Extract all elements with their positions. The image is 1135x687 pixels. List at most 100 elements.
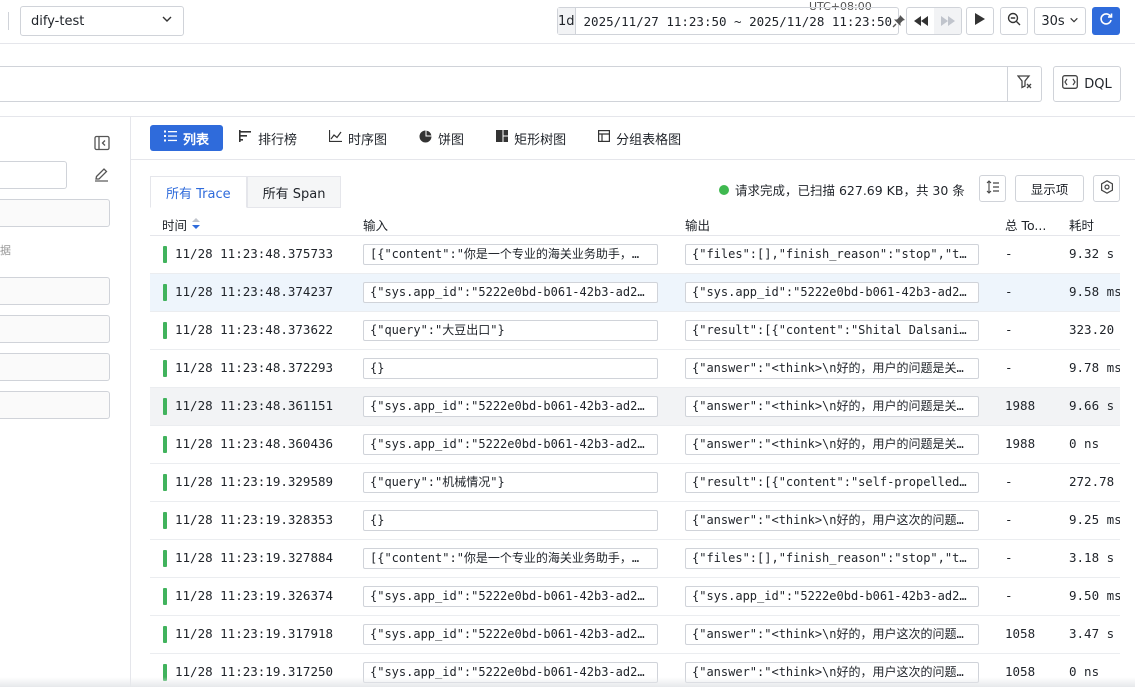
pin-icon[interactable] [892,14,906,28]
fast-forward-icon[interactable] [934,8,961,34]
refresh-interval-select[interactable]: 30s [1034,7,1086,35]
cell-input[interactable]: [{"content":"你是一个专业的海关业务助手，具有丰富的海关知识"}] [363,244,658,265]
settings-button[interactable] [1093,175,1120,202]
timeseries-icon [328,130,343,146]
side-filter-field[interactable] [0,353,110,381]
cell-input[interactable]: [{"content":"你是一个专业的海关业务助手，具有丰富的海关知识"}] [363,548,658,569]
side-filter-field[interactable] [0,391,110,419]
column-header-input[interactable]: 输入 [363,215,388,234]
table-row[interactable]: 11/28 11:23:19.329589 {"query":"机械情况"} {"r… [150,464,1120,502]
table-row[interactable]: 11/28 11:23:48.360436 {"sys.app_id":"5222… [150,426,1120,464]
play-button[interactable] [966,7,994,35]
cell-time: 11/28 11:23:48.374237 [175,284,334,299]
cell-input[interactable]: {"sys.app_id":"5222e0bd-b061-42b3-ad2... [363,624,658,645]
query-status: 请求完成，已扫描 627.69 KB，共 30 条 [719,180,965,199]
cell-input[interactable]: {"query":"机械情况"} [363,472,658,493]
cell-output[interactable]: {"files":[],"finish_reason":"stop","text… [685,548,979,569]
edit-icon[interactable] [94,167,109,186]
cell-time: 11/28 11:23:19.328353 [175,512,334,527]
table-row[interactable]: 11/28 11:23:19.327884 [{"content":"你是一个专业… [150,540,1120,578]
cell-time: 11/28 11:23:19.326374 [175,588,334,603]
cell-tokens: - [1005,550,1013,565]
sort-desc-icon[interactable] [192,217,201,232]
column-header-time[interactable]: 时间 [162,215,201,234]
dql-button[interactable]: DQL [1053,66,1121,102]
cell-input[interactable]: {"sys.app_id":"5222e0bd-b061-42b3-ad2... [363,282,658,303]
ranking-icon [239,130,252,146]
group-table-icon [598,130,611,146]
cell-output[interactable]: {"sys.app_id":"5222e0bd-b061-42b3-ad2... [685,586,979,607]
cell-input[interactable]: {"sys.app_id":"5222e0bd-b061-42b3-ad2... [363,396,658,417]
tab-list[interactable]: 列表 [150,125,224,151]
cell-input[interactable]: {} [363,358,658,379]
table-row[interactable]: 11/28 11:23:48.361151 {"sys.app_id":"5222… [150,388,1120,426]
view-tabs-divider [131,159,1135,160]
tab-group-table[interactable]: 分组表格图 [582,125,697,151]
top-separator [8,12,9,30]
cell-time: 11/28 11:23:48.361151 [175,398,334,413]
status-bar-indicator [163,550,167,567]
quick-range-button[interactable]: 1d [558,8,576,34]
table-row[interactable]: 11/28 11:23:48.374237 {"sys.app_id":"5222… [150,274,1120,312]
tab-pie[interactable]: 饼图 [403,125,480,151]
time-range-text[interactable]: 2025/11/27 11:23:50 ~ 2025/11/28 11:23:5… [576,14,893,29]
column-settings-button[interactable] [979,175,1006,202]
table-row[interactable]: 11/28 11:23:19.317918 {"sys.app_id":"5222… [150,616,1120,654]
side-filter-field[interactable] [0,315,110,343]
table-row[interactable]: 11/28 11:23:19.326374 {"sys.app_id":"5222… [150,578,1120,616]
trace-table: 时间 输入 输出 总 To... 耗时 11/28 11:23:48.37573… [150,208,1120,687]
table-row[interactable]: 11/28 11:23:48.373622 {"query":"大豆出口"} {"r… [150,312,1120,350]
cell-output[interactable]: {"answer":"<think>\n好的，用户的问题是关于大豆出口"} [685,396,979,417]
side-filter-input[interactable] [0,161,67,189]
cell-output[interactable]: {"files":[],"finish_reason":"stop","text… [685,244,979,265]
chevron-down-icon [161,13,173,29]
cell-input[interactable]: {"sys.app_id":"5222e0bd-b061-42b3-ad2... [363,586,658,607]
search-input[interactable] [0,66,1042,102]
tab-all-span[interactable]: 所有 Span [246,176,342,208]
cell-input[interactable]: {} [363,510,658,531]
treemap-icon [496,130,509,146]
dql-label: DQL [1084,76,1112,92]
display-columns-button[interactable]: 显示项 [1015,175,1084,202]
column-header-output[interactable]: 输出 [685,215,710,234]
time-range-picker[interactable]: 1d 2025/11/27 11:23:50 ~ 2025/11/28 11:2… [557,7,906,35]
tab-label: 矩形树图 [514,132,567,148]
refresh-icon [1099,12,1113,30]
collapse-panel-icon[interactable] [94,135,110,155]
side-filter-field[interactable] [0,199,110,227]
side-filter-field[interactable] [0,277,110,305]
cell-tokens: - [1005,512,1013,527]
tab-treemap[interactable]: 矩形树图 [480,125,582,151]
cell-time: 11/28 11:23:48.375733 [175,246,334,261]
cell-output[interactable]: {"result":[{"content":"self-propelled ma… [685,472,979,493]
cell-input[interactable]: {"query":"大豆出口"} [363,320,658,341]
cell-output[interactable]: {"result":[{"content":"Shital Dalsania"}… [685,320,979,341]
tab-label: 分组表格图 [616,132,682,148]
table-row[interactable]: 11/28 11:23:48.372293 {} {"answer":"<think… [150,350,1120,388]
workspace-select[interactable]: dify-test [20,6,184,36]
refresh-button[interactable] [1092,7,1120,35]
cell-output[interactable]: {"answer":"<think>\n好的，用户的问题是关于大豆出口"} [685,358,979,379]
cell-output[interactable]: {"answer":"<think>\n好的，用户这次的问题是关于机械"} [685,510,979,531]
scroll-shadow [0,677,1135,687]
zoom-out-button[interactable] [1000,7,1028,35]
rewind-icon[interactable] [907,8,934,34]
tab-all-trace[interactable]: 所有 Trace [150,176,247,208]
status-bar-indicator [163,588,167,605]
table-row[interactable]: 11/28 11:23:19.328353 {} {"answer":"<think… [150,502,1120,540]
time-nav-group [906,7,962,35]
cell-output[interactable]: {"sys.app_id":"5222e0bd-b061-42b3-ad2... [685,282,979,303]
gear-icon [1100,180,1114,197]
cell-output[interactable]: {"answer":"<think>\n好的，用户这次的问题是关于机械"} [685,624,979,645]
side-hint-text: 据 [0,244,11,257]
column-header-tokens[interactable]: 总 To... [1005,215,1046,234]
tab-ranking[interactable]: 排行榜 [223,125,313,151]
cell-duration: 9.58 ms [1069,284,1120,299]
tab-timeseries[interactable]: 时序图 [313,125,403,151]
cell-tokens: - [1005,474,1013,489]
filter-clear-button[interactable] [1007,66,1042,102]
column-header-duration[interactable]: 耗时 [1069,215,1094,234]
cell-input[interactable]: {"sys.app_id":"5222e0bd-b061-42b3-ad2... [363,434,658,455]
cell-output[interactable]: {"answer":"<think>\n好的，用户的问题是关于大豆出口"} [685,434,979,455]
table-row[interactable]: 11/28 11:23:48.375733 [{"content":"你是一个专业… [150,236,1120,274]
